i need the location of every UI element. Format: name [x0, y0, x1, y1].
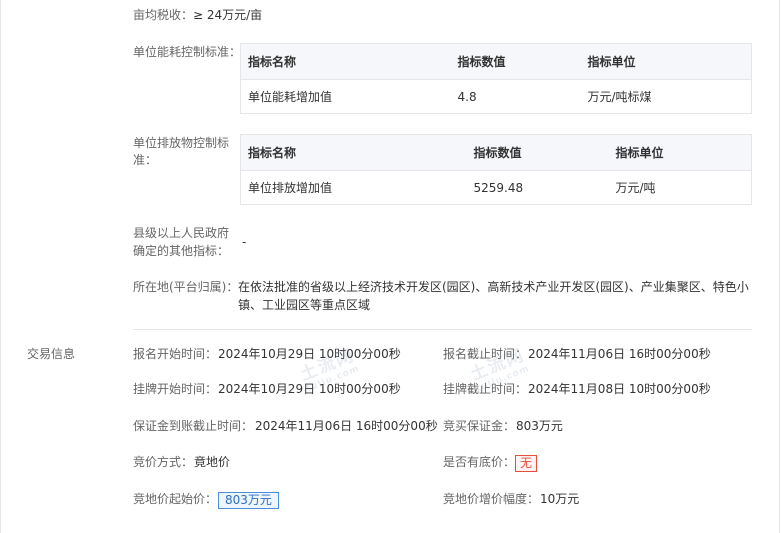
trade-section-label: 交易信息	[27, 347, 76, 361]
bid-method-label: 竞价方式：	[133, 455, 194, 469]
section-divider	[133, 329, 752, 330]
deposit-label: 竞买保证金：	[443, 419, 516, 433]
table-cell: 单位排放增加值	[248, 181, 333, 195]
energy-label: 单位能耗控制标准：	[133, 45, 242, 59]
location-value-line2: 镇、工业园区等重点区域	[238, 298, 371, 312]
table-cell: 单位能耗增加值	[248, 90, 333, 104]
tax-value: ≥ 24万元/亩	[193, 8, 263, 22]
table-cell: 4.8	[457, 89, 477, 104]
other-value: -	[242, 235, 247, 249]
reserve-label: 是否有底价：	[443, 455, 516, 469]
emission-table: 指标名称 指标数值 指标单位 单位排放增加值 5259.48 万元/吨	[240, 134, 752, 205]
other-label-line1: 县级以上人民政府	[133, 226, 230, 240]
column-header: 指标单位	[608, 134, 752, 171]
increment-value: 10万元	[540, 492, 580, 506]
start-price-badge: 803万元	[218, 491, 279, 510]
energy-table: 指标名称 指标数值 指标单位 单位能耗增加值 4.8 万元/吨标煤	[240, 43, 752, 114]
other-label-line2: 确定的其他指标：	[133, 244, 230, 258]
start-price-value: 803万元	[218, 492, 279, 509]
listing-end-value: 2024年11月08日 10时00分00秒	[528, 382, 711, 396]
deposit-deadline-label: 保证金到账截止时间：	[133, 419, 254, 433]
listing-start-label: 挂牌开始时间：	[133, 382, 218, 396]
emission-label-line2: 准：	[133, 153, 158, 167]
signup-end-value: 2024年11月06日 16时00分00秒	[528, 347, 711, 361]
deposit-value: 803万元	[516, 419, 563, 433]
increment-label: 竞地价增价幅度：	[443, 492, 540, 506]
column-header: 指标数值	[450, 43, 581, 80]
column-header: 指标名称	[240, 43, 451, 80]
table-row: 单位排放增加值 5259.48 万元/吨	[241, 171, 752, 205]
column-header: 指标单位	[580, 43, 752, 80]
reserve-badge: 无	[515, 454, 538, 473]
reserve-value: 无	[515, 455, 538, 472]
table-row: 单位能耗增加值 4.8 万元/吨标煤	[241, 80, 752, 114]
table-cell: 万元/吨标煤	[587, 90, 652, 104]
signup-start-label: 报名开始时间：	[133, 347, 218, 361]
column-header: 指标名称	[240, 134, 467, 171]
start-price-label: 竞地价起始价：	[133, 492, 218, 506]
frame-border-right	[779, 0, 780, 533]
location-value-line1: 在依法批准的省级以上经济技术开发区(园区)、高新技术产业开发区(园区)、产业集聚…	[238, 280, 749, 294]
column-header: 指标数值	[466, 134, 609, 171]
location-label: 所在地(平台归属)：	[133, 280, 239, 294]
deposit-deadline-value: 2024年11月06日 16时00分00秒	[255, 419, 438, 433]
table-header-row: 指标名称 指标数值 指标单位	[240, 134, 752, 171]
table-cell: 万元/吨	[615, 181, 656, 195]
bid-method-value: 竟地价	[194, 455, 231, 469]
table-cell: 5259.48	[473, 180, 524, 195]
table-header-row: 指标名称 指标数值 指标单位	[240, 43, 752, 80]
tax-label: 亩均税收：	[133, 8, 194, 22]
frame-border-left	[0, 0, 1, 533]
